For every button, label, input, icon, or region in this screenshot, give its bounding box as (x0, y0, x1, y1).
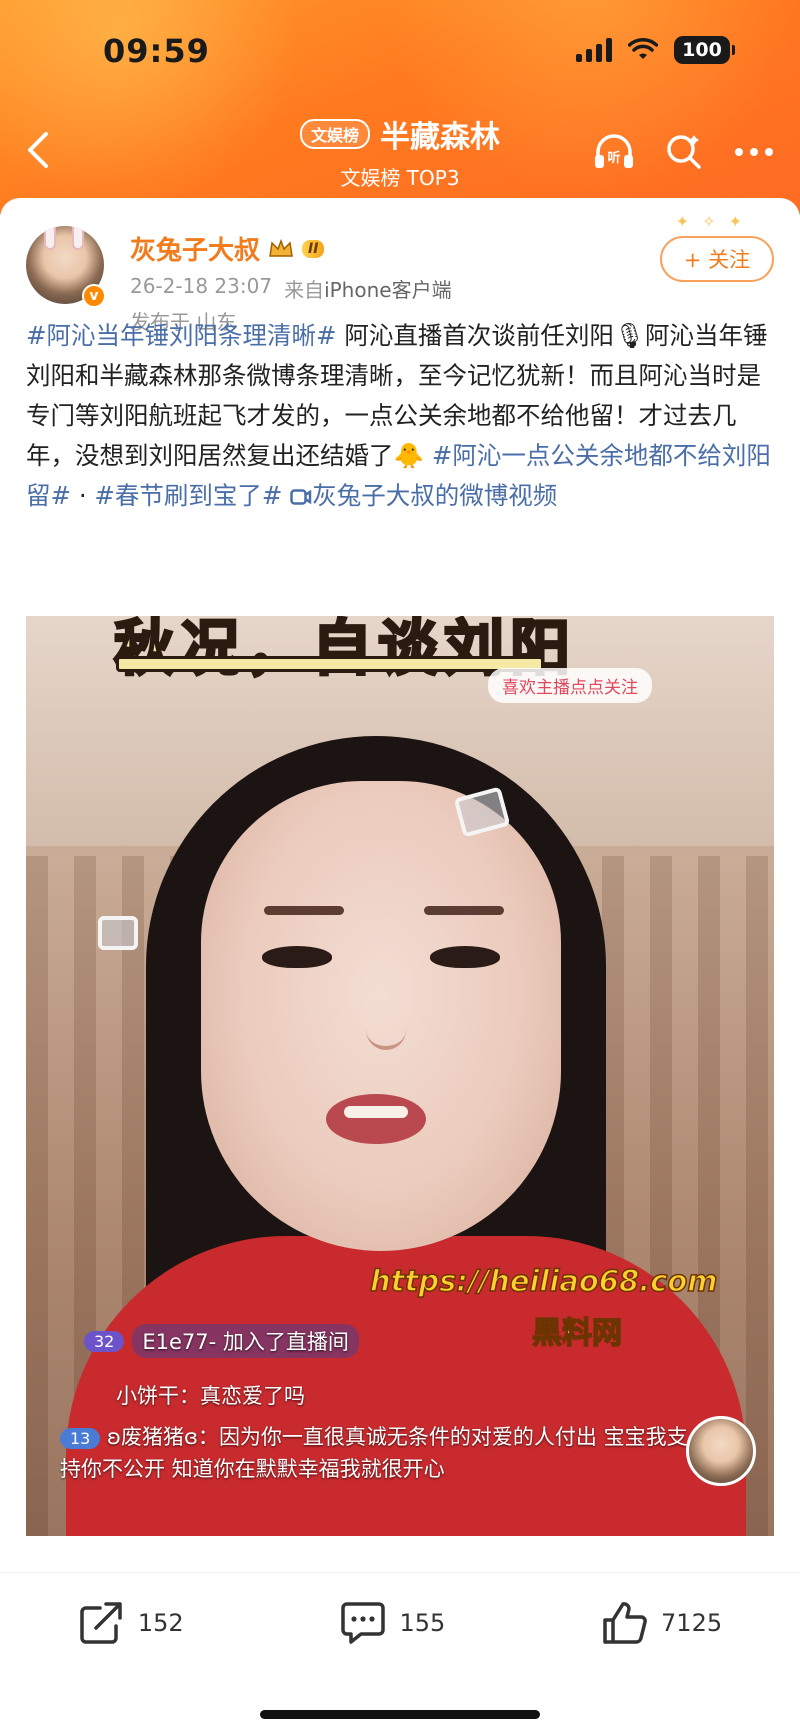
avatar-ear (44, 226, 56, 250)
post-body: 阿沁直播首次谈前任刘阳 (336, 321, 614, 350)
chat-text: E1e77- 加入了直播间 (132, 1324, 359, 1358)
svg-text:听: 听 (607, 150, 620, 166)
topic-link[interactable]: #春节刷到宝了# (94, 481, 282, 510)
cellular-signal-icon (576, 38, 612, 62)
chat-message: 13 ʚ废猪猪ɞ：因为你一直很真诚无条件的对爱的人付出 宝宝我支持你不公开 知道… (60, 1422, 700, 1484)
status-icons: 100 (576, 36, 735, 64)
status-time: 09:59 (103, 32, 210, 70)
video-player[interactable]: 秋况，自谈刘阳 喜欢主播点点关注 https://heiliao68.com 黑… (26, 616, 774, 1536)
video-subject (430, 946, 500, 968)
headphones-icon: 听 (595, 134, 633, 168)
video-subject (262, 946, 332, 968)
chick-emoji-icon: 🐥 (393, 441, 425, 470)
level-tag: II (302, 239, 325, 258)
video-link-icon (290, 489, 312, 505)
hair-clip (98, 916, 138, 950)
post-card: v 灰兔子大叔 II 26-2-18 23:07 来自iPhone客户端 发布于… (0, 198, 800, 1734)
video-link-label: 灰兔子大叔的微博视频 (312, 481, 558, 510)
chat-join-message: 32 E1e77- 加入了直播间 (84, 1324, 774, 1358)
battery-indicator: 100 (674, 36, 735, 64)
action-bar: 152 155 7125 (0, 1572, 800, 1672)
video-link[interactable]: 灰兔子大叔的微博视频 (290, 481, 557, 510)
microphone-emoji-icon: 🎙 (613, 321, 645, 350)
video-follow-prompt: 喜欢主播点点关注 (488, 668, 652, 703)
thumbs-up-icon (603, 1601, 647, 1644)
topic-badge: 文娱榜 (299, 119, 370, 149)
verified-badge-icon: v (82, 284, 106, 308)
source-prefix: 来自 (284, 278, 325, 302)
top-header: 09:59 100 文娱榜 半藏森林 文娱榜 TOP3 听 (0, 0, 800, 215)
video-subject (264, 906, 344, 915)
follow-button[interactable]: + 关注 (660, 236, 774, 282)
wifi-icon (628, 38, 658, 59)
search-icon (667, 135, 701, 169)
caption-bar (116, 656, 544, 672)
comment-button[interactable]: 155 (339, 1600, 445, 1646)
topic-link[interactable]: #阿沁当年锤刘阳条理清晰# (26, 321, 337, 350)
search-button[interactable] (660, 128, 708, 176)
post-author[interactable]: 灰兔子大叔 II (130, 230, 325, 267)
more-icon (735, 148, 773, 156)
sparkle-decoration: ✦ ✧ ✦ (675, 212, 746, 231)
crown-icon (268, 238, 294, 260)
share-count: 152 (137, 1608, 184, 1637)
user-level-badge: 32 (84, 1330, 125, 1352)
page-title: 半藏森林 (380, 120, 500, 155)
home-indicator (260, 1710, 540, 1719)
video-subject (424, 906, 504, 915)
video-subject (326, 1094, 426, 1144)
comment-count: 155 (399, 1608, 446, 1637)
post-timestamp: 26-2-18 23:07 (130, 274, 273, 298)
post-text: #阿沁当年锤刘阳条理清晰# 阿沁直播首次谈前任刘阳🎙阿沁当年锤刘阳和半藏森林那条… (26, 316, 778, 516)
share-icon (80, 1601, 122, 1644)
post-meta: 26-2-18 23:07 来自iPhone客户端 (130, 274, 452, 303)
chat-message: 小饼干：真恋爱了吗 (116, 1384, 305, 1408)
nav-actions: 听 (590, 128, 778, 176)
username: 灰兔子大叔 (130, 236, 261, 266)
comment-icon (341, 1601, 386, 1644)
source-name: iPhone客户端 (324, 278, 452, 302)
chat-user: ʚ废猪猪ɞ： (107, 1425, 219, 1449)
more-button[interactable] (730, 128, 778, 176)
floating-avatar[interactable] (686, 1416, 756, 1486)
user-level-badge: 13 (60, 1428, 101, 1449)
watermark-url: https://heiliao68.com (369, 1263, 718, 1299)
avatar-ear (72, 226, 84, 250)
post-source: 来自iPhone客户端 (284, 274, 452, 303)
like-button[interactable]: 7125 (601, 1600, 722, 1646)
like-count: 7125 (661, 1608, 723, 1637)
separator: · (71, 481, 95, 510)
listen-button[interactable]: 听 (590, 128, 638, 176)
share-button[interactable]: 152 (78, 1600, 184, 1646)
